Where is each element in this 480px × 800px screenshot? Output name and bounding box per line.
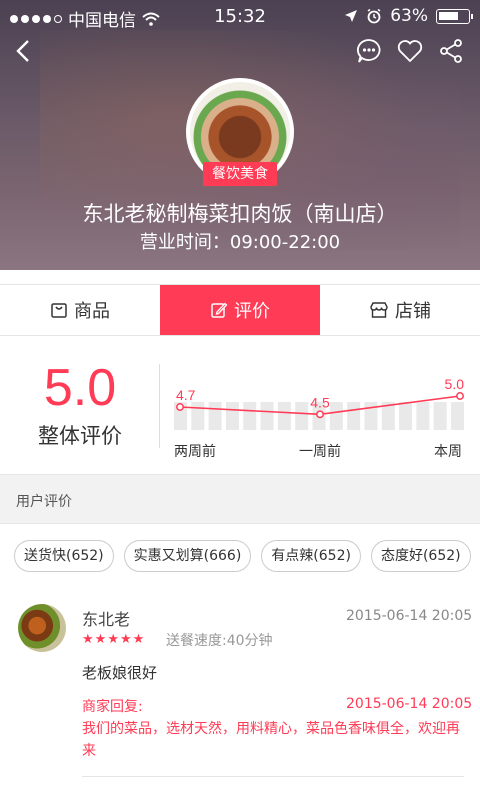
divider [159,364,160,448]
chart-bar [329,402,343,430]
data-point [316,410,324,419]
chart-bar [208,402,222,430]
status-bar: 中国电信 15:32 63% [0,0,480,34]
merchant-reply-date: 2015-06-14 20:05 [346,696,473,712]
tab-products[interactable]: 商品 [0,285,160,335]
chart-bar [260,402,274,430]
reviews-section-header: 用户评价 [0,474,480,524]
star-icon: ★ [94,632,107,647]
tab-label: 商品 [74,301,110,322]
chart-bar [399,402,413,430]
chart-bar [416,402,430,430]
reviewer-name: 东北老 [82,610,131,629]
data-point [456,392,464,400]
tab-label: 店铺 [395,301,431,322]
chart-bar [243,402,257,430]
chart-bar [191,402,205,430]
category-tag: 餐饮美食 [203,162,277,186]
chart-bar [451,402,464,430]
share-icon[interactable] [434,34,468,68]
star-icon: ★ [132,632,145,647]
section-title: 用户评价 [16,494,72,510]
chart-bar [347,402,361,430]
merchant-reply-text: 我们的菜品，选材天然，用料精心，菜品色香味俱全，欢迎再来 [82,721,460,759]
merchant-reply-label: 商家回复: [82,699,143,715]
x-tick-label: 两周前 [174,443,216,460]
chart-bar [225,402,239,430]
store-icon [370,302,388,318]
reviewer-avatar [18,604,66,652]
star-icon: ★ [82,632,94,647]
x-tick-label: 一周前 [299,443,341,460]
chart-bar [364,402,378,430]
chart-bar [277,402,291,430]
chip-fast-delivery[interactable]: 送货快(652) [14,540,114,572]
review-date: 2015-06-14 20:05 [346,608,473,624]
bag-icon [51,303,67,318]
data-point [176,403,184,411]
chip-spicy[interactable]: 有点辣(652) [261,540,361,572]
delivery-speed: 送餐速度:40分钟 [166,633,273,649]
star-icon: ★ [107,632,119,647]
star-icon: ★ [119,632,132,647]
battery-percent: 63% [390,6,428,26]
overall-score-label: 整体评价 [38,424,122,448]
edit-icon [211,302,228,318]
battery-icon [436,8,473,24]
data-label: 4.5 [310,394,330,410]
business-hours: 营业时间：09:00-22:00 [139,232,341,253]
tab-reviews[interactable]: 评价 [160,285,320,335]
chart-bar [295,402,309,430]
rating-trend-chart: 4.7 两周前 4.5 一周前 5.0 本周 [174,376,465,460]
heart-icon[interactable] [393,34,427,68]
shop-header: 中国电信 15:32 63% 餐饮美食 东北老秘制梅菜扣肉饭（南山店） 营业时间… [0,0,480,270]
chip-good-value[interactable]: 实惠又划算(666) [123,540,252,572]
tab-label: 评价 [234,301,270,322]
data-label: 4.7 [176,387,196,403]
chat-bubble-icon[interactable] [352,34,386,68]
tab-bar: 商品 评价 店铺 [0,284,480,336]
overall-score: 5.0 [43,359,117,417]
chart-bar [433,402,447,430]
tab-store[interactable]: 店铺 [320,285,480,335]
review-stars: ★ ★ ★ ★ ★ [82,632,144,647]
review-item: 东北老 2015-06-14 20:05 ★ ★ ★ ★ ★ 送餐速度:40分钟 老板娘… [0,598,480,777]
back-arrow-icon[interactable] [6,34,40,68]
review-text: 老板娘很好 [82,664,158,682]
x-tick-label: 本周 [434,444,462,460]
rating-summary: 5.0 整体评价 4.7 两周前 4.5 一周前 5.0 本周 [0,336,480,474]
shop-name: 东北老秘制梅菜扣肉饭（南山店） [82,202,398,226]
chip-good-attitude[interactable]: 态度好(652) [370,540,471,572]
data-label: 5.0 [445,376,465,392]
review-tag-chips: 送货快(652) 实惠又划算(666) 有点辣(652) 态度好(652) [14,540,471,572]
alarm-icon [367,8,381,24]
divider [82,776,464,777]
location-arrow-icon [345,10,358,22]
